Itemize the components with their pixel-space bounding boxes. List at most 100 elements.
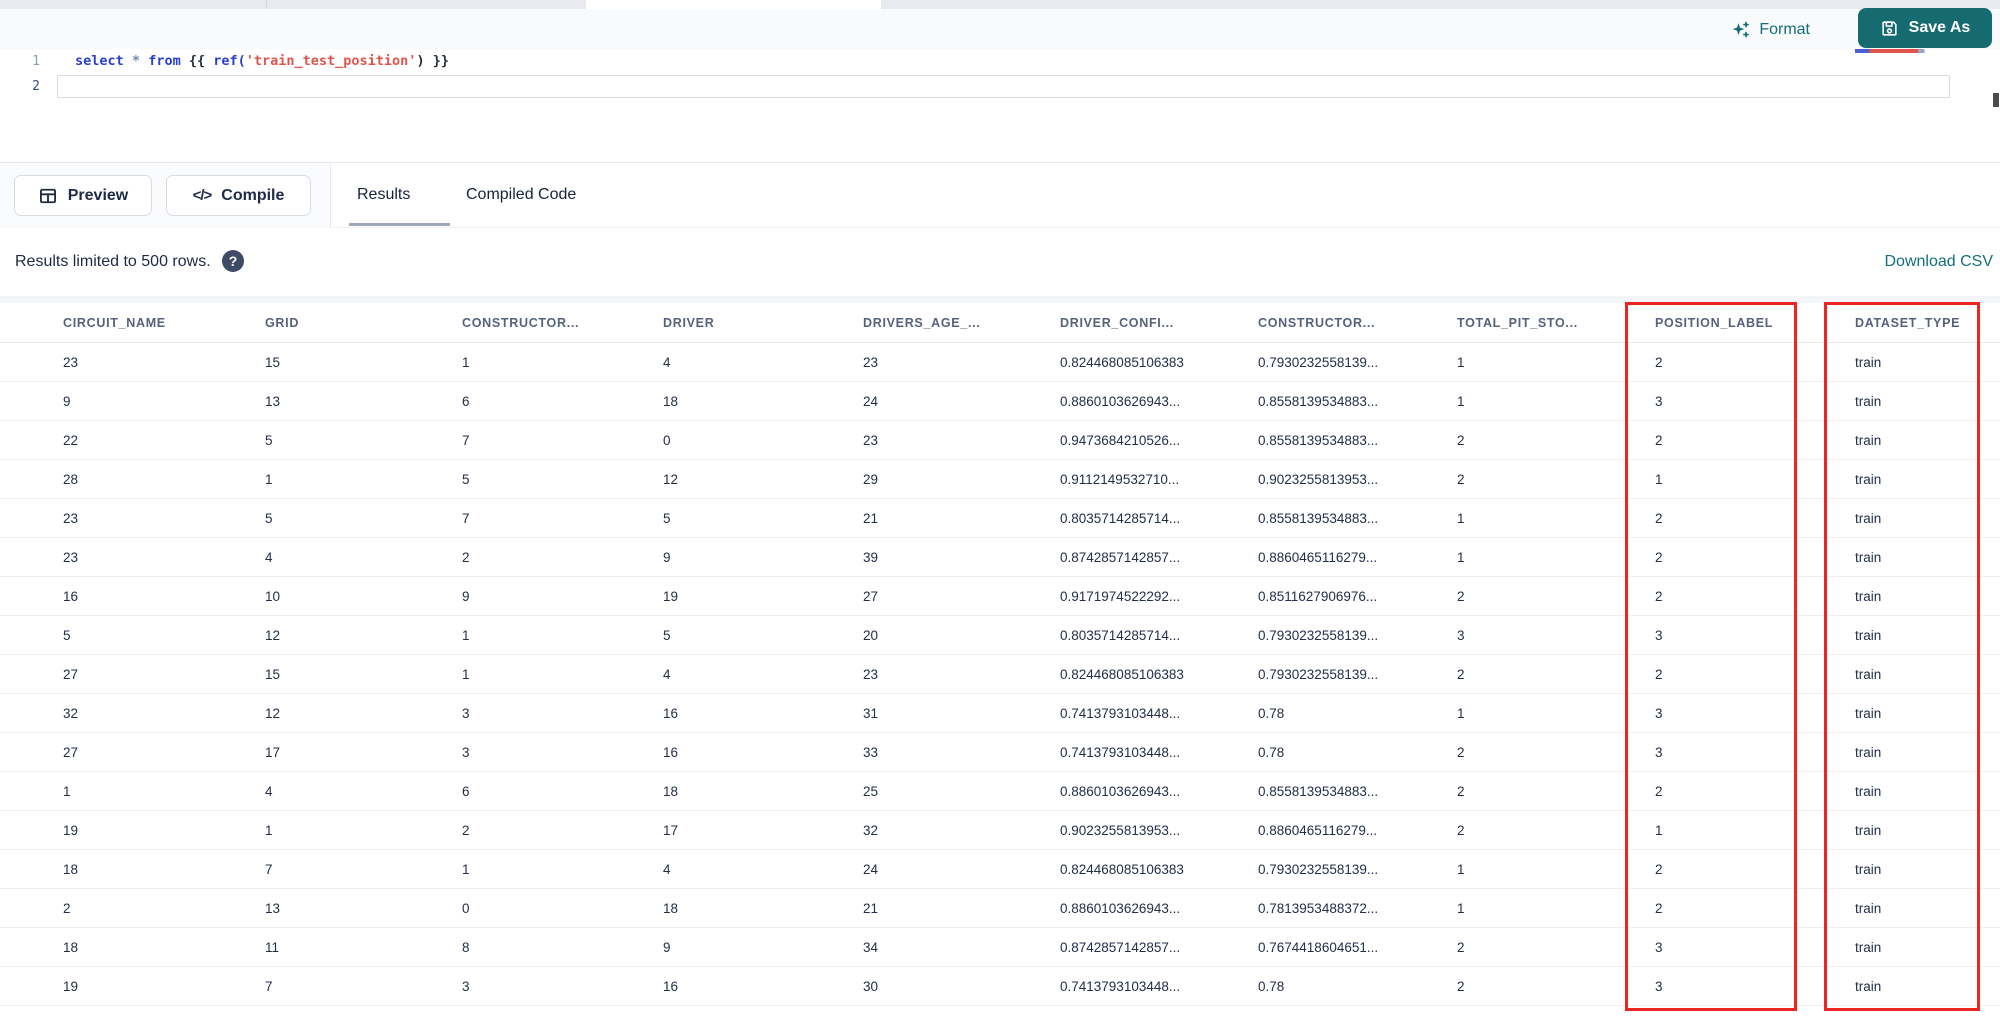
table-cell: 18 [663, 393, 679, 409]
tab-results[interactable]: Results [357, 163, 410, 227]
table-top-strip [0, 296, 2000, 303]
code-token-function: ref( [213, 53, 246, 69]
table-cell: 0.824468085106383 [1060, 354, 1184, 370]
table-cell: 2 [462, 549, 470, 565]
table-cell: 3 [462, 705, 470, 721]
results-limit-text: Results limited to 500 rows. [15, 253, 211, 270]
table-cell: 2 [1457, 783, 1465, 799]
table-cell: train [1855, 900, 1882, 916]
table-cell: 16 [63, 588, 79, 604]
action-divider [330, 163, 331, 228]
table-cell: 23 [863, 354, 879, 370]
table-cell: 0.8558139534883... [1258, 393, 1379, 409]
table-row: 19 7 3 16 30 0.7413793103448... 0.78 2 3 train [0, 967, 2000, 1006]
table-cell: 9 [63, 393, 71, 409]
table-cell: 2 [1457, 744, 1465, 760]
tab-compiled-code-label: Compiled Code [466, 186, 577, 203]
table-cell: 12 [663, 471, 679, 487]
table-cell: 0.7930232558139... [1258, 354, 1379, 370]
table-cell: 7 [462, 432, 470, 448]
compile-button[interactable]: </> Compile [166, 175, 311, 216]
table-cell: 0.8558139534883... [1258, 432, 1379, 448]
format-button[interactable]: Format [1731, 15, 1810, 45]
table-row: 22 5 7 0 23 0.9473684210526... 0.8558139534883… [0, 421, 2000, 460]
table-cell: 0.78 [1258, 705, 1285, 721]
editor-scrollbar[interactable] [1993, 93, 1999, 107]
table-cell: 24 [863, 861, 879, 877]
table-cell: 11 [265, 939, 280, 955]
file-tab-strip [0, 0, 2000, 9]
table-cell: 23 [63, 549, 79, 565]
table-cell: 23 [63, 354, 79, 370]
table-cell: 0.7413793103448... [1060, 744, 1181, 760]
table-cell: 2 [1655, 861, 1663, 877]
table-cell: train [1855, 471, 1882, 487]
editor-minimap[interactable] [1855, 49, 1960, 53]
download-csv-link[interactable]: Download CSV [1885, 253, 1994, 271]
table-cell: 23 [63, 510, 79, 526]
table-cell: 4 [663, 354, 671, 370]
sql-editor[interactable]: 1 2 select * from {{ ref('train_test_pos… [0, 49, 2000, 162]
tab-results-label: Results [357, 186, 411, 203]
compile-label: Compile [221, 186, 285, 204]
table-cell: 0.9473684210526... [1060, 432, 1181, 448]
table-cell: train [1855, 822, 1882, 838]
preview-button[interactable]: Preview [14, 175, 152, 216]
table-cell: 13 [265, 393, 281, 409]
table-cell: 0.7813953488372... [1258, 900, 1379, 916]
table-cell: 1 [265, 471, 273, 487]
table-cell: 0.824468085106383 [1060, 861, 1184, 877]
table-cell: train [1855, 861, 1882, 877]
tab-strip-divider [266, 0, 267, 9]
table-cell: 1 [1457, 510, 1465, 526]
code-token-string: 'train_test_position' [245, 53, 417, 69]
table-row: 18 7 1 4 24 0.824468085106383 0.7930232558139.… [0, 850, 2000, 889]
table-header-row: CIRCUIT_NAME GRID CONSTRUCTOR... DRIVER DRIV… [0, 303, 2000, 343]
table-cell: 2 [1655, 666, 1663, 682]
table-row: 9 13 6 18 24 0.8860103626943... 0.855813953488… [0, 382, 2000, 421]
active-file-tab[interactable] [586, 0, 881, 9]
table-row: 19 1 2 17 32 0.9023255813953... 0.886046511627… [0, 811, 2000, 850]
code-line: select * from {{ ref('train_test_positio… [75, 49, 449, 74]
table-cell: 0.8511627906976... [1258, 588, 1378, 604]
table-row: 18 11 8 9 34 0.8742857142857... 0.767441860465… [0, 928, 2000, 967]
table-cell: 3 [1457, 627, 1465, 643]
column-header-grid: GRID [265, 315, 300, 330]
table-row: 23 5 7 5 21 0.8035714285714... 0.8558139534883… [0, 499, 2000, 538]
table-cell: 2 [1457, 939, 1465, 955]
table-cell: 0.8860465116279... [1258, 549, 1378, 565]
table-row: 2 13 0 18 21 0.8860103626943... 0.781395348837… [0, 889, 2000, 928]
table-cell: train [1855, 627, 1882, 643]
table-cell: 25 [863, 783, 879, 799]
table-cell: 9 [663, 939, 671, 955]
table-cell: 6 [462, 783, 470, 799]
table-cell: 0.9023255813953... [1060, 822, 1181, 838]
table-cell: 18 [63, 939, 79, 955]
tab-compiled-code[interactable]: Compiled Code [466, 163, 576, 227]
table-row: 27 17 3 16 33 0.7413793103448... 0.78 2 3 train [0, 733, 2000, 772]
table-cell: 0.8860103626943... [1060, 900, 1181, 916]
table-cell: 12 [265, 627, 281, 643]
table-cell: 0.8035714285714... [1060, 627, 1181, 643]
table-cell: 2 [1655, 549, 1663, 565]
table-cell: 0.7674418604651... [1258, 939, 1379, 955]
column-header-constructor: CONSTRUCTOR... [1258, 315, 1376, 330]
save-as-button[interactable]: Save As [1858, 8, 1992, 48]
table-cell: 1 [1457, 861, 1465, 877]
table-cell: 21 [863, 900, 879, 916]
table-cell: train [1855, 939, 1882, 955]
table-cell: 0 [462, 900, 470, 916]
table-cell: 0.824468085106383 [1060, 666, 1184, 682]
save-icon [1880, 19, 1899, 38]
table-cell: 3 [1655, 393, 1663, 409]
table-cell: 1 [1457, 393, 1465, 409]
table-cell: 32 [63, 705, 79, 721]
table-cell: 0.8035714285714... [1060, 510, 1181, 526]
table-cell: 3 [462, 978, 470, 994]
sparkles-icon [1731, 20, 1751, 40]
table-cell: 5 [63, 627, 71, 643]
help-icon[interactable]: ? [222, 250, 244, 272]
editor-toolbar: Format Save As [0, 8, 2000, 49]
code-token-plain: {{ [180, 53, 214, 69]
